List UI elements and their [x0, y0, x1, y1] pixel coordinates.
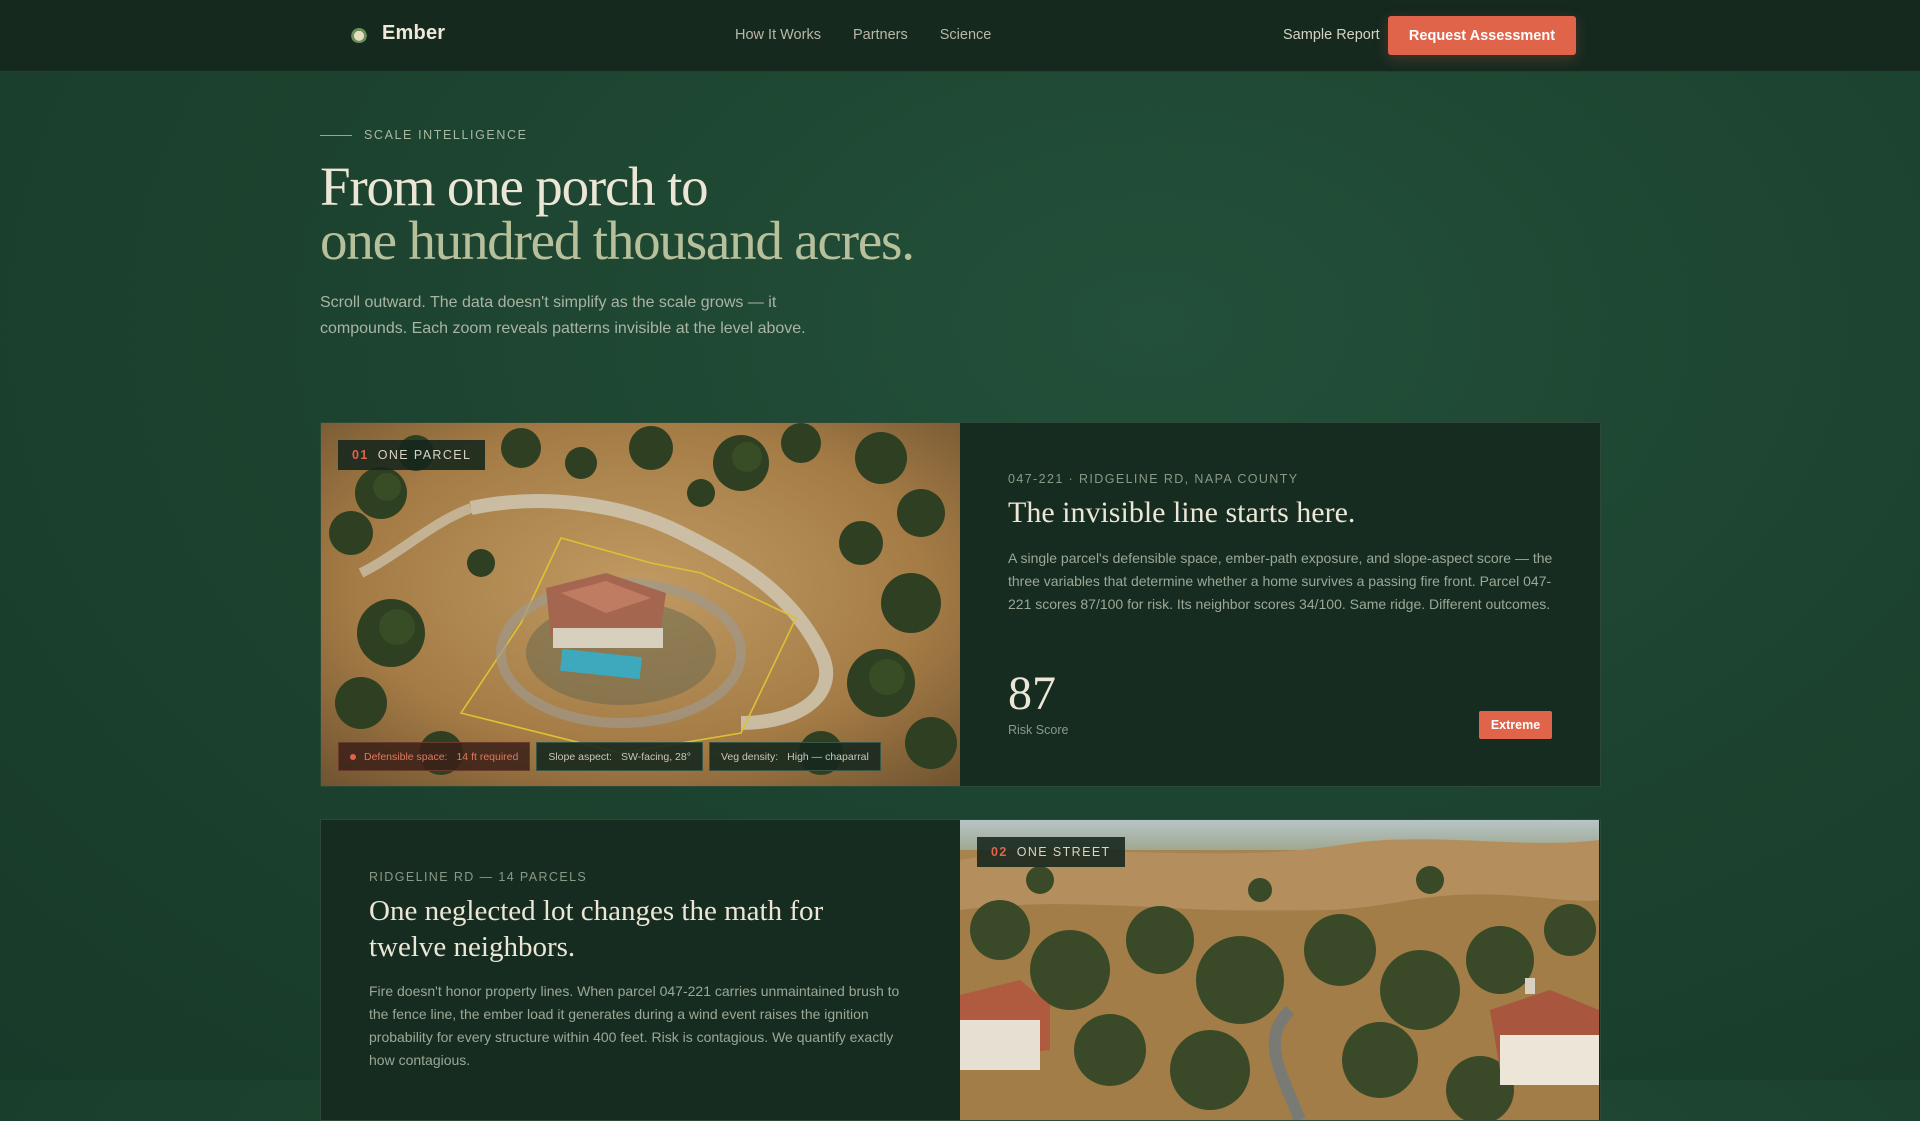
tag-number: 02 — [991, 845, 1008, 859]
hero-title-line-2: one hundred thousand acres. — [320, 210, 915, 271]
hero-title: From one porch to one hundred thousand a… — [320, 156, 915, 271]
scale-tag-02: 02 ONE STREET — [977, 837, 1125, 867]
parcel-metrics: Defensible space: 14 ft required Slope a… — [338, 742, 887, 771]
chip-value: SW-facing, 28° — [620, 750, 691, 763]
eyebrow-rule — [320, 134, 352, 136]
street-card: RIDGELINE RD — 14 PARCELS One neglected … — [320, 819, 1601, 1121]
chip-key: Veg density: — [720, 750, 779, 763]
tag-label: ONE STREET — [1016, 845, 1111, 859]
alert-dot-icon — [350, 753, 356, 760]
brand-name: Ember — [382, 22, 446, 44]
parcel-aerial-illustration — [321, 423, 960, 786]
street-title-line-1: One neglected lot changes the math for — [369, 895, 824, 927]
nav-link-how-it-works[interactable]: How It Works — [735, 27, 821, 43]
street-title: One neglected lot changes the math for t… — [369, 893, 823, 965]
brand[interactable]: Ember — [350, 22, 445, 45]
slope-aspect-chip: Slope aspect: SW-facing, 28° — [536, 742, 703, 771]
street-text: RIDGELINE RD — 14 PARCELS One neglected … — [321, 820, 960, 1120]
nav-link-partners[interactable]: Partners — [853, 27, 908, 43]
ember-logo-icon — [350, 24, 368, 43]
sample-report-link[interactable]: Sample Report — [1283, 27, 1380, 43]
chip-value: 14 ft required — [456, 750, 519, 763]
chip-key: Slope aspect: — [548, 750, 612, 763]
nav-links: How It Works Partners Science — [735, 27, 1023, 43]
risk-level-badge: Extreme — [1479, 711, 1552, 739]
top-nav: Ember How It Works Partners Science Samp… — [0, 0, 1920, 72]
parcel-aerial-image: 01 ONE PARCEL Defensible space: 14 ft re… — [321, 423, 960, 786]
street-body: Fire doesn't honor property lines. When … — [369, 983, 900, 1068]
tag-number: 01 — [352, 448, 369, 462]
parcel-text: 047-221 · RIDGELINE RD, NAPA COUNTY The … — [960, 423, 1599, 786]
veg-density-chip: Veg density: High — chaparral — [708, 742, 881, 771]
parcel-meta: 047-221 · RIDGELINE RD, NAPA COUNTY — [1008, 472, 1299, 486]
street-aerial-image: 02 ONE STREET — [960, 820, 1599, 1120]
hero-lede: Scroll outward. The data doesn't simplif… — [320, 294, 806, 337]
street-meta: RIDGELINE RD — 14 PARCELS — [369, 870, 588, 884]
scale-tag-01: 01 ONE PARCEL — [338, 440, 486, 470]
hero-eyebrow: SCALE INTELLIGENCE — [320, 128, 528, 142]
risk-score-value: 87 — [1008, 667, 1056, 720]
hero-title-line-1: From one porch to — [320, 156, 709, 217]
request-assessment-button[interactable]: Request Assessment — [1388, 16, 1576, 55]
defensible-space-chip: Defensible space: 14 ft required — [338, 742, 531, 771]
parcel-card: 01 ONE PARCEL Defensible space: 14 ft re… — [320, 422, 1601, 787]
tag-label: ONE PARCEL — [377, 448, 472, 462]
eyebrow-text: SCALE INTELLIGENCE — [364, 128, 528, 142]
parcel-body: A single parcel's defensible space, embe… — [1008, 550, 1553, 612]
chip-value: High — chaparral — [787, 750, 869, 763]
nav-link-science[interactable]: Science — [940, 27, 992, 43]
parcel-title: The invisible line starts here. — [1008, 496, 1356, 529]
street-title-line-2: twelve neighbors. — [369, 931, 576, 963]
chip-key: Defensible space: — [364, 750, 448, 763]
risk-score-label: Risk Score — [1008, 723, 1069, 737]
